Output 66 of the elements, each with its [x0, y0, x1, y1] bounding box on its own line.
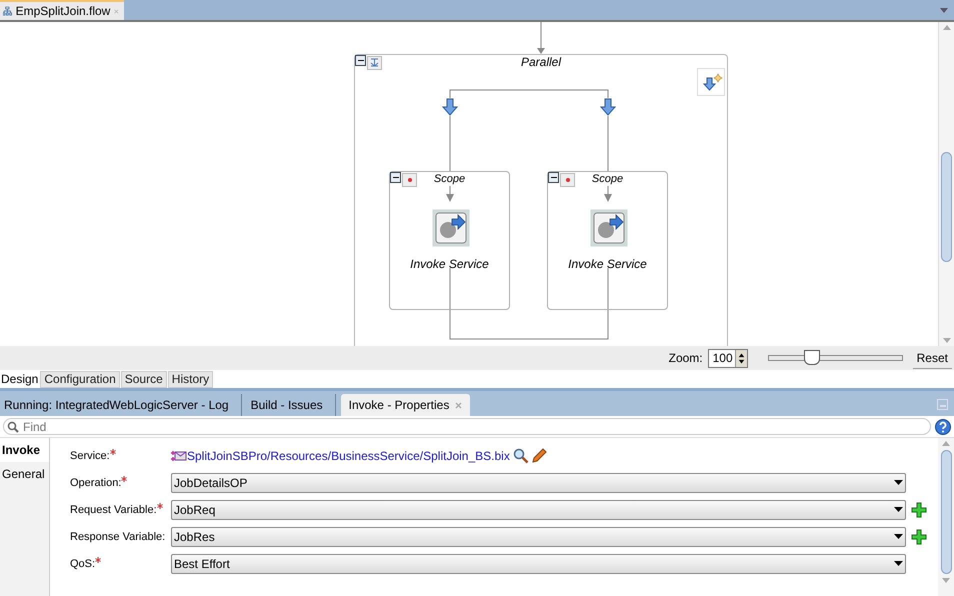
parallel-icon[interactable]: [367, 56, 382, 70]
scrollbar-thumb[interactable]: [940, 450, 952, 574]
field-label: Service:: [70, 448, 110, 464]
scroll-up-icon[interactable]: [942, 25, 950, 30]
select-field[interactable]: JobDetailsOP: [171, 473, 906, 493]
select-field[interactable]: JobReq: [171, 500, 906, 520]
view-tab[interactable]: Configuration: [40, 371, 120, 388]
view-tab[interactable]: History: [168, 371, 214, 388]
collapse-icon[interactable]: [390, 172, 401, 183]
view-tab[interactable]: Source: [120, 371, 167, 388]
select-field[interactable]: JobRes: [171, 527, 906, 547]
add-branch-button[interactable]: [697, 68, 725, 96]
scope-label: Scope: [590, 173, 624, 185]
add-branch-icon: [703, 73, 723, 93]
pencil-icon[interactable]: [530, 448, 547, 464]
panel-tab[interactable]: Invoke - Properties: [340, 394, 470, 416]
expand-icon[interactable]: [560, 173, 575, 187]
search-icon: [7, 420, 19, 432]
field-label: Request Variable:: [70, 502, 157, 518]
field-label: Response Variable:: [70, 530, 166, 545]
scroll-down-icon[interactable]: [942, 578, 950, 583]
add-icon[interactable]: [911, 529, 927, 545]
node-label: Invoke Service: [567, 256, 648, 273]
close-icon[interactable]: [455, 402, 462, 408]
field-label: Operation:: [70, 476, 122, 491]
editor-tab[interactable]: EmpSplitJoin.flow: [0, 0, 124, 20]
invoke-icon[interactable]: [590, 209, 628, 247]
side-nav-item[interactable]: General: [0, 462, 49, 486]
zoom-slider[interactable]: [768, 350, 903, 366]
scroll-up-icon[interactable]: [942, 441, 950, 446]
dropdown-icon: [894, 561, 903, 567]
node-label: Invoke Service: [409, 256, 490, 273]
expand-icon[interactable]: [402, 173, 417, 187]
add-icon[interactable]: [911, 502, 927, 518]
connector-arrow: [604, 186, 612, 202]
help-icon[interactable]: [935, 418, 951, 434]
tab-title: EmpSplitJoin.flow: [16, 3, 110, 20]
connector-arrow: [537, 22, 545, 54]
spinner-arrows-icon[interactable]: [734, 350, 747, 366]
dropdown-icon: [894, 507, 903, 513]
field-label: QoS:: [70, 556, 96, 572]
scope-label: Scope: [432, 173, 466, 185]
select-field[interactable]: Best Effort: [171, 554, 906, 574]
collapse-icon[interactable]: [548, 172, 559, 183]
branch-arrow-icon: [600, 98, 616, 116]
dropdown-icon: [894, 534, 903, 540]
zoom-spinner[interactable]: 100: [708, 348, 748, 368]
side-nav-title: Invoke: [0, 438, 49, 462]
flow-icon: [3, 4, 12, 18]
invoke-icon[interactable]: [432, 209, 470, 247]
scroll-down-icon[interactable]: [942, 338, 950, 343]
service-link[interactable]: SplitJoinSBPro/Resources/BusinessService/SplitJoin_BS.bix: [187, 447, 510, 465]
dropdown-icon[interactable]: [938, 5, 950, 15]
slider-thumb[interactable]: [804, 350, 820, 365]
vertical-scrollbar[interactable]: [938, 22, 954, 346]
branch-arrow-icon: [442, 98, 458, 116]
dropdown-icon: [894, 480, 903, 486]
zoom-label: Zoom:: [668, 350, 703, 367]
connector-arrow: [446, 186, 454, 202]
vertical-scrollbar[interactable]: [938, 438, 954, 596]
search-icon[interactable]: [512, 448, 529, 464]
service-icon: [171, 449, 187, 463]
scrollbar-thumb[interactable]: [941, 152, 952, 262]
parallel-label: Parallel: [520, 55, 562, 69]
collapse-icon[interactable]: [355, 55, 366, 66]
reset-button[interactable]: Reset: [912, 347, 952, 369]
